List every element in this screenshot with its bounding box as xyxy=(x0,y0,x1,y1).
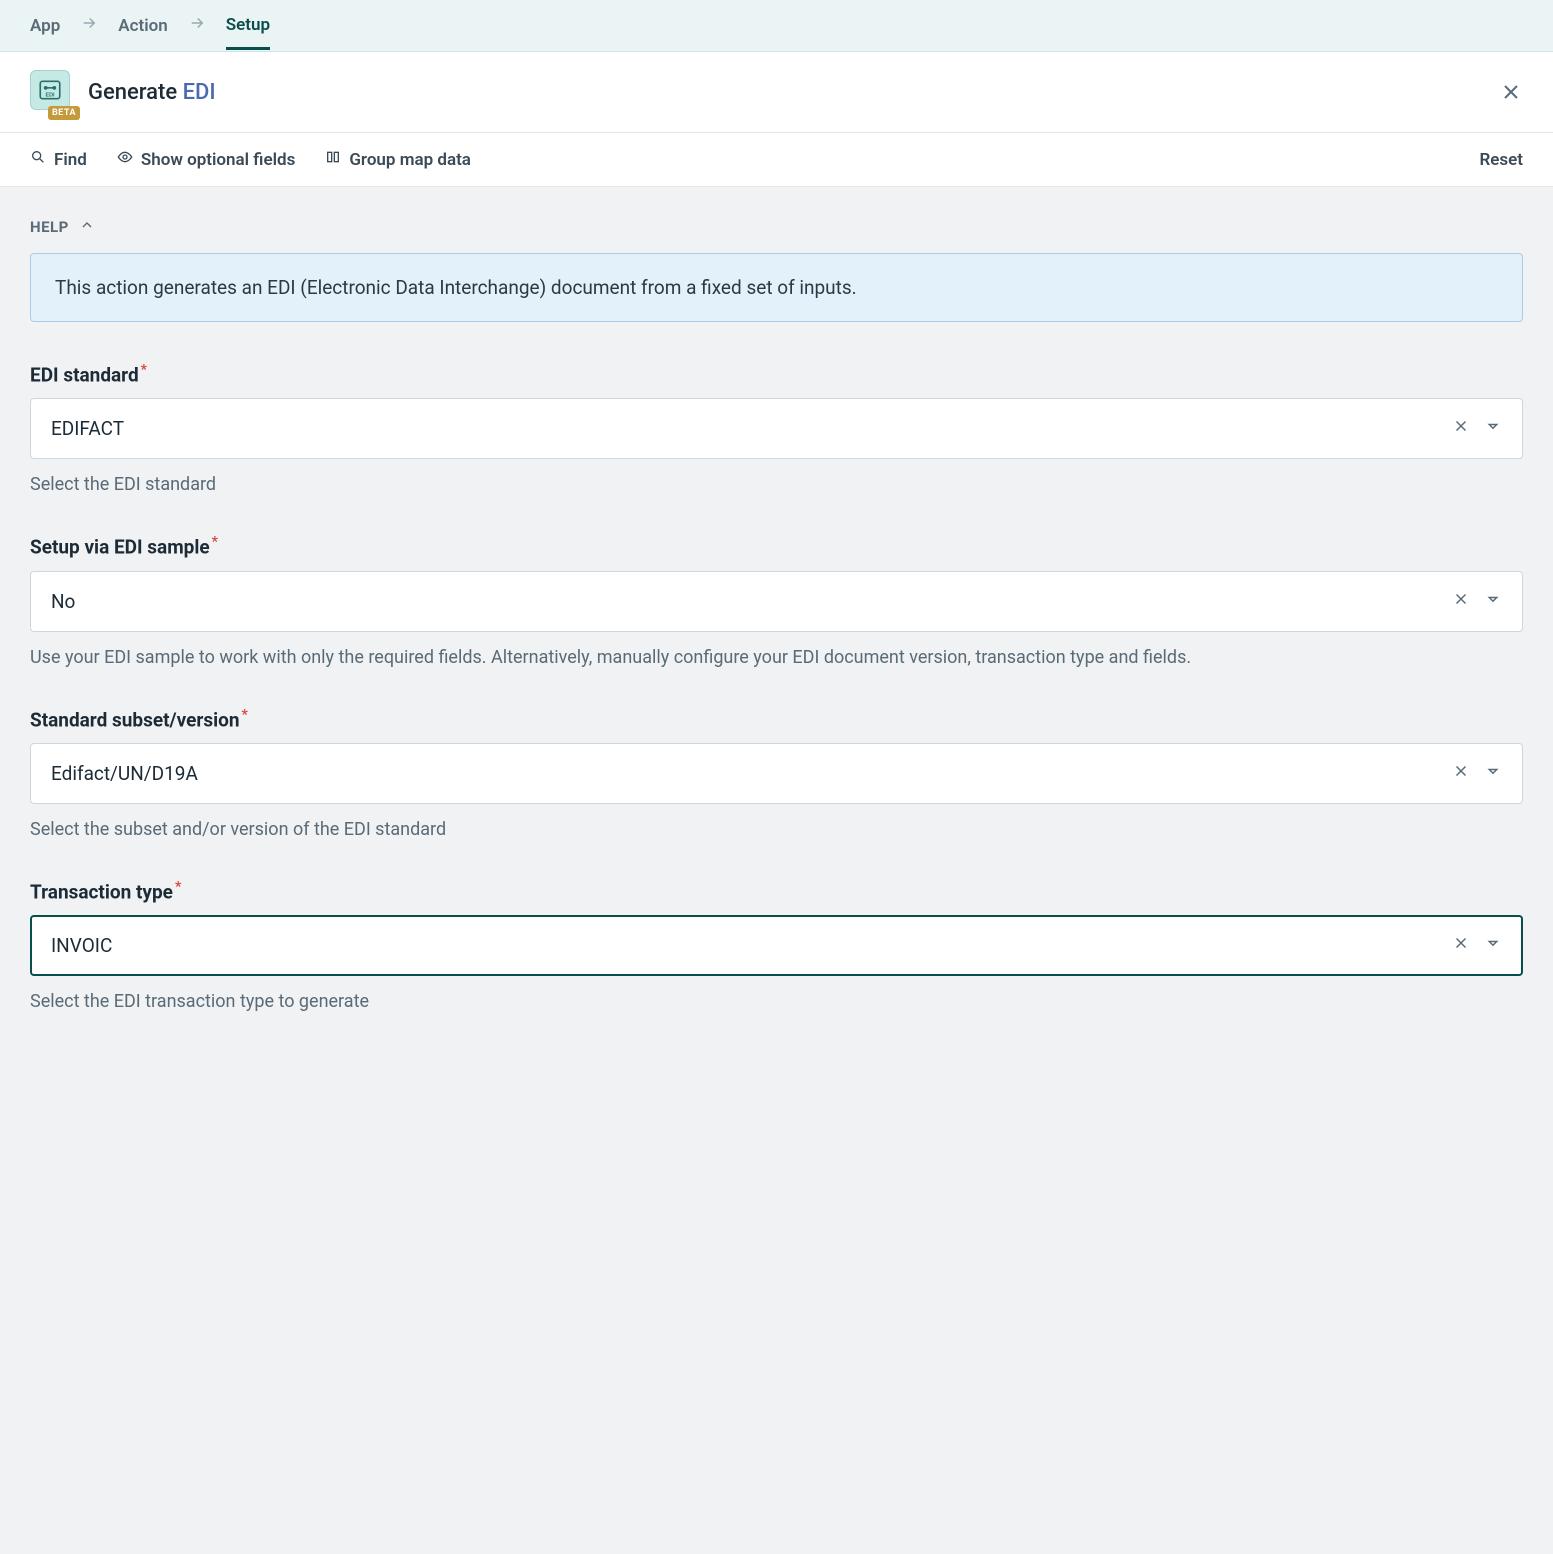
required-icon: * xyxy=(241,707,247,723)
arrow-right-icon xyxy=(80,14,98,37)
field-setup-via-sample: Setup via EDI sample* No Use your EDI sa… xyxy=(30,534,1523,670)
group-map-button[interactable]: Group map data xyxy=(325,149,471,170)
chevron-down-icon[interactable] xyxy=(1484,934,1502,957)
standard-subset-value: Edifact/UN/D19A xyxy=(51,762,1452,785)
setup-via-sample-label: Setup via EDI sample* xyxy=(30,534,1523,558)
close-button[interactable] xyxy=(1499,80,1523,104)
field-edi-standard: EDI standard* EDIFACT Select the EDI sta… xyxy=(30,362,1523,498)
help-toggle[interactable]: HELP xyxy=(30,217,1523,237)
transaction-type-value: INVOIC xyxy=(51,934,1452,957)
label-text: Standard subset/version xyxy=(30,708,239,731)
standard-subset-select[interactable]: Edifact/UN/D19A xyxy=(30,743,1523,804)
page-title: Generate EDI xyxy=(88,80,216,105)
group-icon xyxy=(325,149,341,170)
transaction-type-select[interactable]: INVOIC xyxy=(30,915,1523,976)
find-label: Find xyxy=(54,150,87,170)
clear-icon[interactable] xyxy=(1452,762,1470,785)
required-icon: * xyxy=(175,879,181,895)
find-button[interactable]: Find xyxy=(30,149,87,170)
breadcrumb-app[interactable]: App xyxy=(30,16,60,36)
required-icon: * xyxy=(212,534,218,550)
edi-standard-help: Select the EDI standard xyxy=(30,471,1523,498)
reset-button[interactable]: Reset xyxy=(1479,150,1523,170)
setup-via-sample-select[interactable]: No xyxy=(30,571,1523,632)
svg-text:EDI: EDI xyxy=(45,93,55,99)
title-prefix: Generate xyxy=(88,80,183,105)
show-optional-button[interactable]: Show optional fields xyxy=(117,149,296,170)
header-bar: EDI BETA Generate EDI xyxy=(0,52,1553,133)
breadcrumb-setup[interactable]: Setup xyxy=(226,15,270,50)
setup-via-sample-help: Use your EDI sample to work with only th… xyxy=(30,644,1523,671)
toolbar: Find Show optional fields Group map data… xyxy=(0,133,1553,187)
breadcrumb-action[interactable]: Action xyxy=(118,16,167,36)
search-icon xyxy=(30,149,46,170)
edi-standard-label: EDI standard* xyxy=(30,362,1523,386)
form-area: HELP This action generates an EDI (Elect… xyxy=(0,187,1553,1081)
label-text: Transaction type xyxy=(30,880,173,903)
transaction-type-help: Select the EDI transaction type to gener… xyxy=(30,988,1523,1015)
edi-app-icon: EDI BETA xyxy=(30,70,74,114)
chevron-down-icon[interactable] xyxy=(1484,762,1502,785)
chevron-down-icon[interactable] xyxy=(1484,590,1502,613)
edi-standard-value: EDIFACT xyxy=(51,417,1452,440)
clear-icon[interactable] xyxy=(1452,590,1470,613)
transaction-type-label: Transaction type* xyxy=(30,879,1523,903)
edi-standard-select[interactable]: EDIFACT xyxy=(30,398,1523,459)
group-map-label: Group map data xyxy=(349,150,471,170)
help-description: This action generates an EDI (Electronic… xyxy=(30,253,1523,322)
beta-badge: BETA xyxy=(48,106,80,120)
standard-subset-help: Select the subset and/or version of the … xyxy=(30,816,1523,843)
required-icon: * xyxy=(141,362,147,378)
arrow-right-icon xyxy=(188,14,206,37)
chevron-up-icon xyxy=(79,217,95,237)
setup-via-sample-value: No xyxy=(51,590,1452,613)
label-text: Setup via EDI sample xyxy=(30,536,210,559)
title-link[interactable]: EDI xyxy=(183,80,216,105)
label-text: EDI standard xyxy=(30,363,139,386)
eye-icon xyxy=(117,149,133,170)
clear-icon[interactable] xyxy=(1452,934,1470,957)
clear-icon[interactable] xyxy=(1452,417,1470,440)
help-label: HELP xyxy=(30,218,69,236)
breadcrumb: App Action Setup xyxy=(0,0,1553,52)
chevron-down-icon[interactable] xyxy=(1484,417,1502,440)
standard-subset-label: Standard subset/version* xyxy=(30,707,1523,731)
field-standard-subset: Standard subset/version* Edifact/UN/D19A… xyxy=(30,707,1523,843)
show-optional-label: Show optional fields xyxy=(141,150,296,170)
field-transaction-type: Transaction type* INVOIC Select the EDI … xyxy=(30,879,1523,1015)
